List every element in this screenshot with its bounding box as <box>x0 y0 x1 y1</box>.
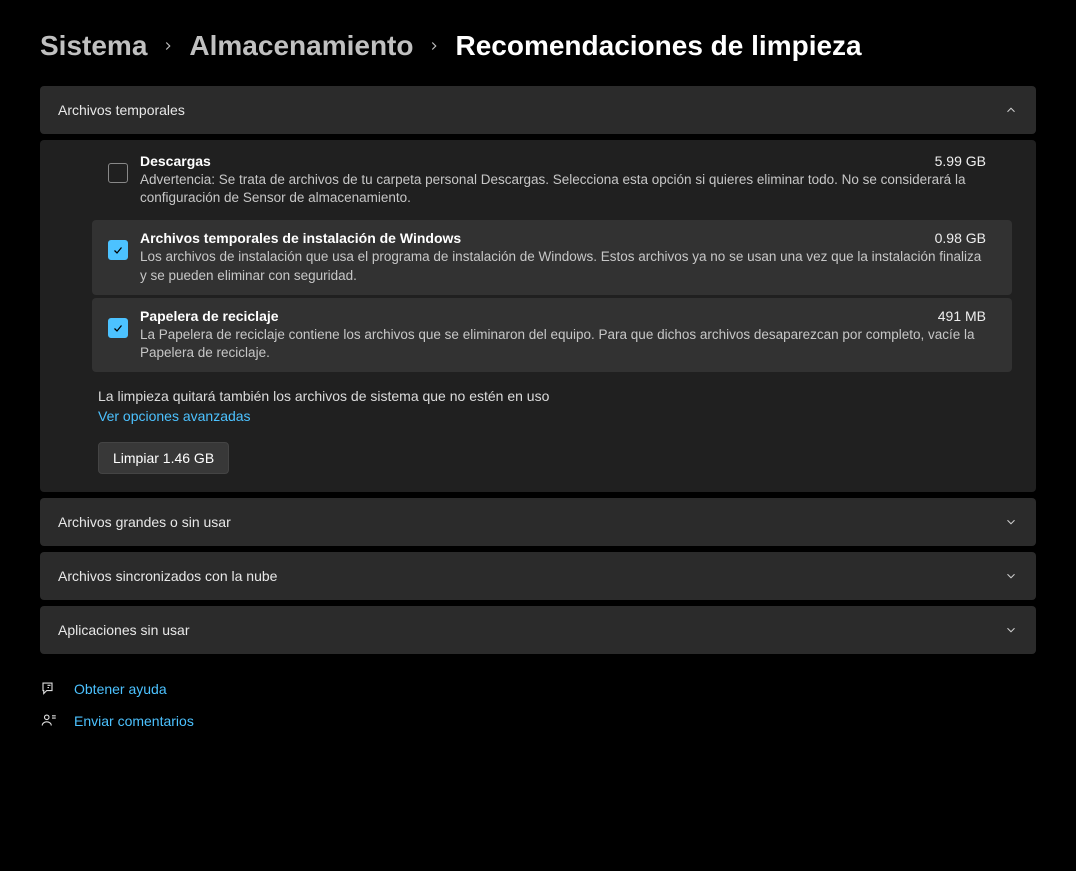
send-feedback-label: Enviar comentarios <box>74 713 194 729</box>
panel-temp-body: Descargas 5.99 GB Advertencia: Se trata … <box>40 140 1036 492</box>
breadcrumb-storage[interactable]: Almacenamiento <box>189 30 413 62</box>
cleanup-item-windows-install: Archivos temporales de instalación de Wi… <box>92 220 1012 294</box>
item-desc: Los archivos de instalación que usa el p… <box>140 248 986 284</box>
item-name: Archivos temporales de instalación de Wi… <box>140 230 461 246</box>
item-desc: Advertencia: Se trata de archivos de tu … <box>140 171 986 207</box>
checkmark-icon <box>112 322 124 334</box>
chevron-down-icon <box>1004 623 1018 637</box>
advanced-options-link[interactable]: Ver opciones avanzadas <box>98 408 1010 424</box>
bottom-links: Obtener ayuda Enviar comentarios <box>40 680 1036 730</box>
chevron-up-icon <box>1004 103 1018 117</box>
chevron-right-icon <box>161 39 175 53</box>
item-name: Descargas <box>140 153 211 169</box>
checkbox-windows-install[interactable] <box>108 240 128 260</box>
get-help-link[interactable]: Obtener ayuda <box>40 680 1036 698</box>
clean-button[interactable]: Limpiar 1.46 GB <box>98 442 229 474</box>
panel-title-apps: Aplicaciones sin usar <box>58 622 190 638</box>
chevron-down-icon <box>1004 515 1018 529</box>
item-name: Papelera de reciclaje <box>140 308 279 324</box>
feedback-icon <box>40 712 58 730</box>
item-size: 491 MB <box>926 308 986 324</box>
cleanup-note: La limpieza quitará también los archivos… <box>98 388 1010 404</box>
checkbox-recycle-bin[interactable] <box>108 318 128 338</box>
help-icon <box>40 680 58 698</box>
panel-title-large: Archivos grandes o sin usar <box>58 514 231 530</box>
item-size: 5.99 GB <box>923 153 986 169</box>
breadcrumb-current: Recomendaciones de limpieza <box>455 30 861 62</box>
panel-temp-files: Archivos temporales <box>40 86 1036 134</box>
send-feedback-link[interactable]: Enviar comentarios <box>40 712 1036 730</box>
breadcrumb-system[interactable]: Sistema <box>40 30 147 62</box>
panel-unused-apps: Aplicaciones sin usar <box>40 606 1036 654</box>
panel-cloud-files: Archivos sincronizados con la nube <box>40 552 1036 600</box>
chevron-down-icon <box>1004 569 1018 583</box>
cleanup-item-descargas: Descargas 5.99 GB Advertencia: Se trata … <box>92 143 1012 217</box>
panel-title-cloud: Archivos sincronizados con la nube <box>58 568 277 584</box>
checkmark-icon <box>112 244 124 256</box>
checkbox-descargas[interactable] <box>108 163 128 183</box>
panel-title-temp: Archivos temporales <box>58 102 185 118</box>
panel-header-temp[interactable]: Archivos temporales <box>40 86 1036 134</box>
panel-large-files: Archivos grandes o sin usar <box>40 498 1036 546</box>
panel-header-cloud[interactable]: Archivos sincronizados con la nube <box>40 552 1036 600</box>
item-desc: La Papelera de reciclaje contiene los ar… <box>140 326 986 362</box>
item-size: 0.98 GB <box>923 230 986 246</box>
panel-header-large[interactable]: Archivos grandes o sin usar <box>40 498 1036 546</box>
panel-header-apps[interactable]: Aplicaciones sin usar <box>40 606 1036 654</box>
chevron-right-icon <box>427 39 441 53</box>
cleanup-item-recycle-bin: Papelera de reciclaje 491 MB La Papelera… <box>92 298 1012 372</box>
breadcrumb: Sistema Almacenamiento Recomendaciones d… <box>40 30 1036 62</box>
get-help-label: Obtener ayuda <box>74 681 167 697</box>
